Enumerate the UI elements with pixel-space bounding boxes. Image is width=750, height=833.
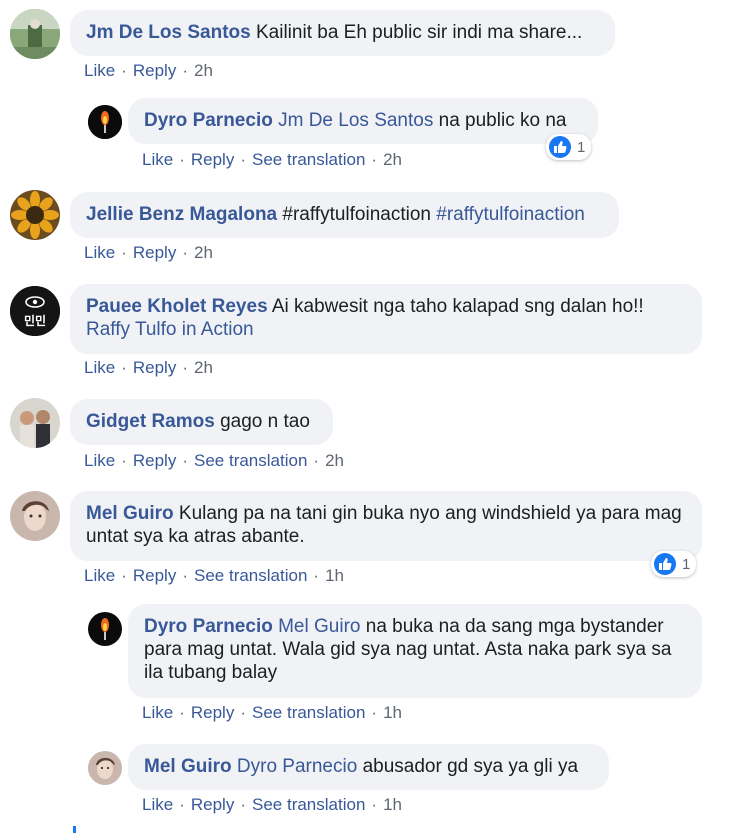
- comment-text: Ai kabwesit nga taho kalapad sng dalan h…: [267, 296, 644, 317]
- comment-bubble: Dyro Parnecio Jm De Los Santos na public…: [128, 98, 598, 144]
- see-translation-link[interactable]: See translation: [194, 451, 307, 470]
- comment-text: gago n tao: [214, 411, 310, 432]
- avatar[interactable]: [88, 105, 122, 139]
- reply-link[interactable]: Reply: [133, 358, 176, 377]
- hashtag-link[interactable]: #raffytulfoinaction: [436, 204, 585, 225]
- mention-link[interactable]: Mel Guiro: [278, 616, 360, 637]
- thread-indicator: [73, 826, 76, 833]
- comment-text: na public ko na: [433, 110, 567, 131]
- comment-bubble: Pauee Kholet Reyes Ai kabwesit nga taho …: [70, 284, 702, 354]
- comment-author[interactable]: Mel Guiro: [86, 503, 174, 524]
- reply-link[interactable]: Reply: [133, 451, 176, 470]
- comment-text: abusador gd sya ya gli ya: [357, 756, 579, 777]
- comment-actions: Like · Reply · 2h: [84, 358, 213, 377]
- comment-actions: Like · Reply · See translation · 2h: [84, 451, 344, 470]
- like-link[interactable]: Like: [84, 566, 115, 585]
- comment-bubble: Mel Guiro Dyro Parnecio abusador gd sya …: [128, 744, 609, 790]
- avatar[interactable]: [88, 751, 122, 785]
- like-link[interactable]: Like: [142, 703, 173, 722]
- comment-author[interactable]: Dyro Parnecio: [144, 110, 273, 131]
- comment-actions: Like · Reply · 2h: [84, 61, 213, 80]
- comment-bubble: Dyro Parnecio Mel Guiro na buka na da sa…: [128, 604, 702, 698]
- like-link[interactable]: Like: [84, 451, 115, 470]
- timestamp[interactable]: 2h: [194, 358, 213, 377]
- reply-link[interactable]: Reply: [191, 795, 234, 814]
- comment-author[interactable]: Mel Guiro: [144, 756, 232, 777]
- timestamp[interactable]: 1h: [325, 566, 344, 585]
- comment-author[interactable]: Pauee Kholet Reyes: [86, 296, 268, 317]
- like-link[interactable]: Like: [142, 150, 173, 169]
- like-link[interactable]: Like: [142, 795, 173, 814]
- like-link[interactable]: Like: [84, 358, 115, 377]
- avatar-text: 민민: [23, 314, 47, 328]
- timestamp[interactable]: 2h: [194, 61, 213, 80]
- timestamp[interactable]: 2h: [325, 451, 344, 470]
- mention-link[interactable]: Dyro Parnecio: [237, 756, 357, 777]
- avatar[interactable]: [10, 491, 60, 541]
- see-translation-link[interactable]: See translation: [252, 703, 365, 722]
- reply-link[interactable]: Reply: [191, 703, 234, 722]
- see-translation-link[interactable]: See translation: [252, 150, 365, 169]
- like-link[interactable]: Like: [84, 61, 115, 80]
- like-reaction-icon: [654, 553, 676, 575]
- timestamp[interactable]: 1h: [383, 795, 402, 814]
- reaction-count: 1: [682, 555, 691, 573]
- timestamp[interactable]: 2h: [194, 243, 213, 262]
- mention-link[interactable]: Jm De Los Santos: [278, 110, 433, 131]
- reaction-badge[interactable]: 1: [546, 134, 592, 160]
- reply-link[interactable]: Reply: [133, 566, 176, 585]
- comment-bubble: Gidget Ramos gago n tao: [70, 399, 333, 445]
- reaction-badge[interactable]: 1: [651, 551, 697, 577]
- comment-actions: Like · Reply · See translation · 1h: [142, 703, 402, 722]
- comment-actions: Like · Reply · See translation · 1h: [142, 795, 402, 814]
- comment-author[interactable]: Jm De Los Santos: [86, 22, 251, 43]
- timestamp[interactable]: 1h: [383, 703, 402, 722]
- reaction-count: 1: [577, 138, 586, 156]
- avatar[interactable]: [10, 9, 60, 59]
- reply-link[interactable]: Reply: [191, 150, 234, 169]
- timestamp[interactable]: 2h: [383, 150, 402, 169]
- like-link[interactable]: Like: [84, 243, 115, 262]
- avatar[interactable]: [10, 398, 60, 448]
- comment-actions: Like · Reply · See translation · 1h: [84, 566, 344, 585]
- avatar[interactable]: [88, 612, 122, 646]
- see-translation-link[interactable]: See translation: [194, 566, 307, 585]
- see-translation-link[interactable]: See translation: [252, 795, 365, 814]
- comment-text: Kulang pa na tani gin buka nyo ang winds…: [86, 503, 682, 547]
- comment-text: #raffytulfoinaction: [277, 204, 437, 225]
- comment-bubble: Mel Guiro Kulang pa na tani gin buka nyo…: [70, 491, 702, 561]
- comment-actions: Like · Reply · 2h: [84, 243, 213, 262]
- comment-text: Kailinit ba Eh public sir indi ma share.…: [250, 22, 583, 43]
- comment-author[interactable]: Dyro Parnecio: [144, 616, 273, 637]
- avatar[interactable]: 민민: [10, 286, 60, 336]
- comment-actions: Like · Reply · See translation · 2h: [142, 150, 402, 169]
- reply-link[interactable]: Reply: [133, 243, 176, 262]
- comment-author[interactable]: Gidget Ramos: [86, 411, 215, 432]
- comment-author[interactable]: Jellie Benz Magalona: [86, 204, 277, 225]
- mention-link[interactable]: Raffy Tulfo in Action: [86, 319, 254, 340]
- reply-link[interactable]: Reply: [133, 61, 176, 80]
- comment-bubble: Jm De Los Santos Kailinit ba Eh public s…: [70, 10, 615, 56]
- avatar[interactable]: [10, 190, 60, 240]
- like-reaction-icon: [549, 136, 571, 158]
- comment-bubble: Jellie Benz Magalona #raffytulfoinaction…: [70, 192, 619, 238]
